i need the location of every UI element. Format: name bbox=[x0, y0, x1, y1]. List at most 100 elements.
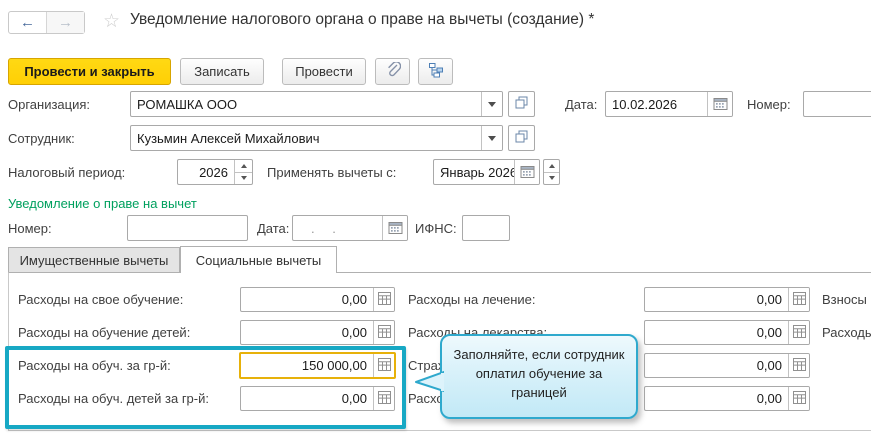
expenses-abroad-calc-button[interactable] bbox=[788, 387, 809, 410]
notification-date-value: . . bbox=[293, 216, 382, 240]
children-education-abroad-value: 0,00 bbox=[241, 387, 373, 410]
treatment-field[interactable]: 0,00 bbox=[644, 287, 810, 312]
back-icon: ← bbox=[20, 14, 35, 31]
doc-date-label: Дата: bbox=[565, 97, 597, 112]
insurance-field[interactable]: 0,00 bbox=[644, 353, 810, 378]
tax-period-field[interactable]: 2026 bbox=[177, 159, 253, 185]
employee-combobox[interactable]: Кузьмин Алексей Михайлович bbox=[130, 125, 503, 151]
nav-button-group: ← → bbox=[8, 11, 85, 34]
notification-number-field[interactable] bbox=[127, 215, 248, 241]
doc-number-value bbox=[804, 92, 871, 116]
ifns-field[interactable] bbox=[462, 215, 510, 241]
document-structure-icon bbox=[428, 62, 444, 81]
chevron-down-icon bbox=[488, 136, 496, 141]
children-education-abroad-calc-button[interactable] bbox=[373, 387, 394, 410]
post-and-close-button[interactable]: Провести и закрыть bbox=[8, 58, 171, 85]
doc-number-field[interactable] bbox=[803, 91, 871, 117]
attachments-button[interactable] bbox=[375, 58, 410, 85]
organization-value: РОМАШКА ООО bbox=[131, 92, 481, 116]
doc-date-value: 10.02.2026 bbox=[606, 92, 707, 116]
medicines-calc-button[interactable] bbox=[788, 321, 809, 344]
calculator-icon bbox=[378, 292, 391, 308]
children-education-value: 0,00 bbox=[241, 321, 373, 344]
notification-date-calendar-button[interactable] bbox=[382, 216, 407, 240]
education-abroad-field[interactable]: 150 000,00 bbox=[239, 352, 396, 379]
apply-from-spinner[interactable] bbox=[543, 159, 560, 185]
treatment-label: Расходы на лечение: bbox=[408, 292, 536, 307]
back-button[interactable]: ← bbox=[9, 12, 47, 33]
tax-period-label: Налоговый период: bbox=[8, 165, 125, 180]
self-education-calc-button[interactable] bbox=[373, 288, 394, 311]
education-abroad-label: Расходы на обуч. за гр-й: bbox=[18, 358, 171, 373]
notification-section-title: Уведомление о праве на вычет bbox=[8, 196, 197, 211]
notification-form-window: ← → ☆ Уведомление налогового органа о пр… bbox=[0, 0, 871, 437]
star-glyph: ☆ bbox=[103, 11, 120, 32]
post-button[interactable]: Провести bbox=[282, 58, 366, 85]
education-abroad-calc-button[interactable] bbox=[373, 354, 394, 377]
apply-from-field[interactable]: Январь 2026 bbox=[433, 159, 540, 185]
doc-date-calendar-button[interactable] bbox=[707, 92, 732, 116]
favorite-star-icon[interactable]: ☆ bbox=[103, 10, 120, 33]
forward-button[interactable]: → bbox=[47, 12, 84, 33]
document-structure-button[interactable] bbox=[418, 58, 453, 85]
tax-period-value: 2026 bbox=[178, 160, 234, 184]
tab-property-deductions[interactable]: Имущественные вычеты bbox=[8, 247, 180, 272]
organization-dropdown-button[interactable] bbox=[481, 92, 502, 116]
spin-down-icon[interactable] bbox=[544, 172, 559, 185]
calculator-icon bbox=[378, 358, 391, 374]
treatment-calc-button[interactable] bbox=[788, 288, 809, 311]
insurance-calc-button[interactable] bbox=[788, 354, 809, 377]
chevron-down-icon bbox=[488, 102, 496, 107]
self-education-field[interactable]: 0,00 bbox=[240, 287, 395, 312]
expenses-label: Расходы bbox=[822, 325, 871, 340]
open-form-icon bbox=[515, 130, 528, 146]
ifns-label: ИФНС: bbox=[415, 221, 457, 236]
insurance-value: 0,00 bbox=[645, 354, 788, 377]
forward-icon: → bbox=[58, 14, 73, 31]
children-education-abroad-label: Расходы на обуч. детей за гр-й: bbox=[18, 391, 209, 406]
doc-number-label: Номер: bbox=[747, 97, 791, 112]
employee-dropdown-button[interactable] bbox=[481, 126, 502, 150]
triangle-up bbox=[549, 164, 555, 168]
employee-label: Сотрудник: bbox=[8, 131, 75, 146]
spin-up-icon[interactable] bbox=[544, 160, 559, 172]
paperclip-icon bbox=[385, 62, 401, 81]
calculator-icon bbox=[378, 391, 391, 407]
apply-from-label: Применять вычеты с: bbox=[267, 165, 396, 180]
self-education-label: Расходы на свое обучение: bbox=[18, 292, 183, 307]
children-education-calc-button[interactable] bbox=[373, 321, 394, 344]
children-education-field[interactable]: 0,00 bbox=[240, 320, 395, 345]
children-education-label: Расходы на обучение детей: bbox=[18, 325, 190, 340]
write-button[interactable]: Записать bbox=[180, 58, 264, 85]
calculator-icon bbox=[793, 325, 806, 341]
employee-value: Кузьмин Алексей Михайлович bbox=[131, 126, 481, 150]
employee-open-button[interactable] bbox=[508, 125, 535, 151]
children-education-abroad-field[interactable]: 0,00 bbox=[240, 386, 395, 411]
organization-combobox[interactable]: РОМАШКА ООО bbox=[130, 91, 503, 117]
spin-up-icon[interactable] bbox=[235, 160, 252, 172]
medicines-value: 0,00 bbox=[645, 321, 788, 344]
notification-number-value bbox=[128, 216, 247, 240]
expenses-abroad-field[interactable]: 0,00 bbox=[644, 386, 810, 411]
window-title: Уведомление налогового органа о праве на… bbox=[130, 11, 594, 29]
tab-social-deductions[interactable]: Социальные вычеты bbox=[180, 246, 337, 273]
callout-arrow-icon bbox=[414, 368, 444, 398]
medicines-field[interactable]: 0,00 bbox=[644, 320, 810, 345]
calculator-icon bbox=[793, 391, 806, 407]
calculator-icon bbox=[793, 292, 806, 308]
expenses-abroad-value: 0,00 bbox=[645, 387, 788, 410]
organization-open-button[interactable] bbox=[508, 91, 535, 117]
callout-text: Заполняйте, если сотрудник оплатил обуче… bbox=[450, 346, 628, 403]
triangle-down bbox=[549, 176, 555, 180]
self-education-value: 0,00 bbox=[241, 288, 373, 311]
education-abroad-value: 150 000,00 bbox=[241, 354, 373, 377]
notification-date-label: Дата: bbox=[257, 221, 289, 236]
tax-period-spinner[interactable] bbox=[234, 160, 252, 184]
notification-number-label: Номер: bbox=[8, 221, 52, 236]
doc-date-field[interactable]: 10.02.2026 bbox=[605, 91, 733, 117]
ifns-value bbox=[463, 216, 509, 240]
apply-from-calendar-button[interactable] bbox=[514, 160, 539, 184]
notification-date-field[interactable]: . . bbox=[292, 215, 408, 241]
spin-down-icon[interactable] bbox=[235, 172, 252, 185]
contributions-label: Взносы bbox=[822, 292, 867, 307]
